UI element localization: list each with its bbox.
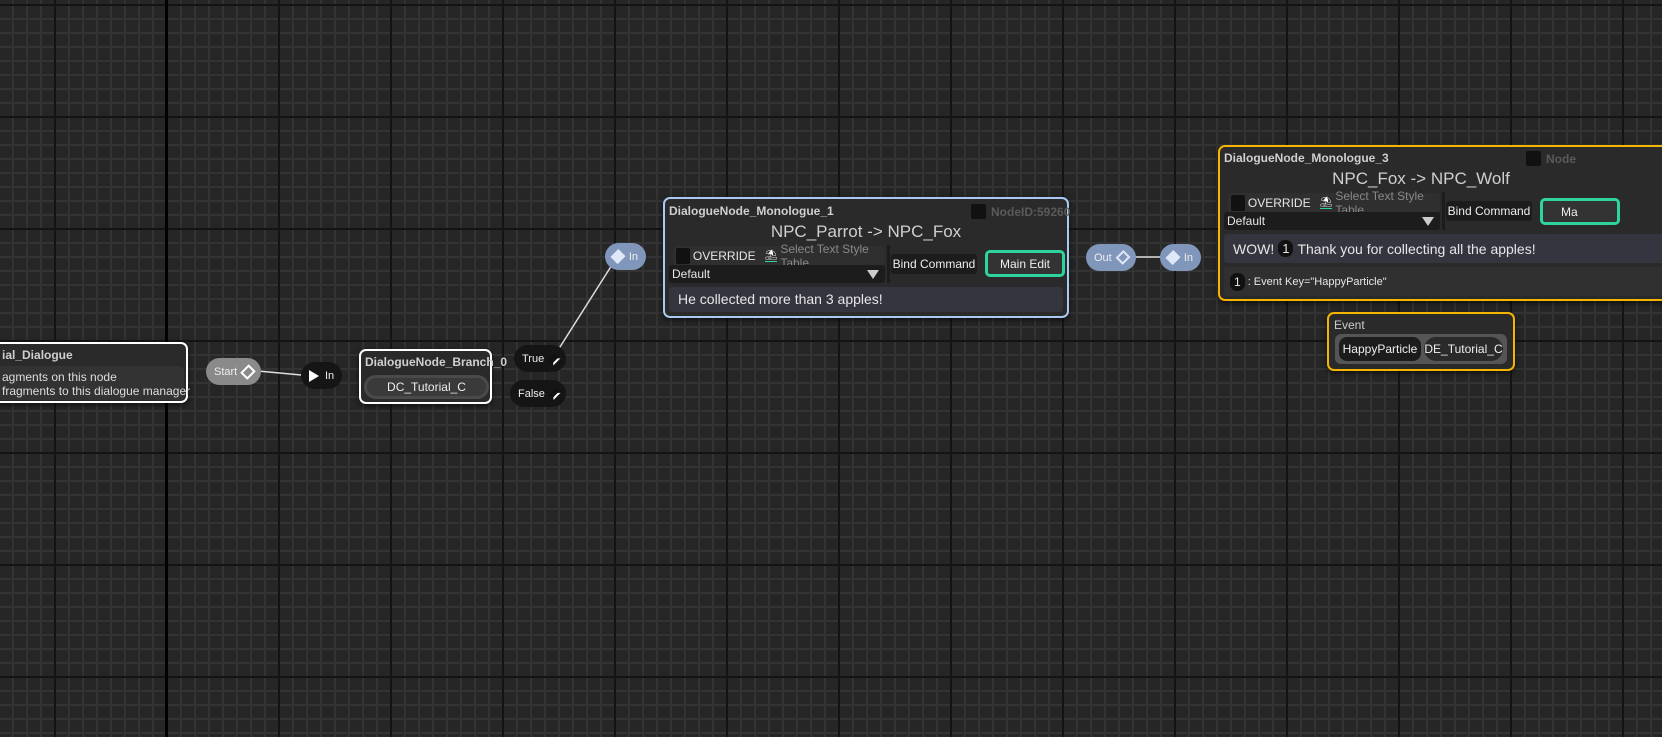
pin-label: In bbox=[1183, 251, 1193, 264]
event-title: Event bbox=[1334, 318, 1365, 332]
text-style-dropdown[interactable]: Default bbox=[669, 265, 885, 283]
event-node[interactable]: Event HappyParticle DE_Tutorial_C bbox=[1327, 312, 1515, 371]
pin-label: True bbox=[522, 352, 545, 365]
node-checkbox[interactable] bbox=[971, 204, 986, 219]
event-marker-badge: 1 bbox=[1230, 272, 1245, 291]
start-dialogue-node[interactable]: ial_Dialogue agments on this node fragme… bbox=[0, 342, 191, 403]
condition-button[interactable]: DC_Tutorial_C bbox=[364, 375, 489, 399]
text-style-icon: ⛱ bbox=[1319, 197, 1333, 209]
chevron-down-icon bbox=[1422, 217, 1434, 226]
exec-pin-icon bbox=[240, 363, 256, 380]
monologue-node-3[interactable]: DialogueNode_Monologue_3 Node NPC_Fox ->… bbox=[1218, 145, 1662, 301]
pin-label: False bbox=[518, 387, 545, 400]
start-pin[interactable]: Start bbox=[206, 358, 261, 385]
branch-in-pin[interactable]: In bbox=[301, 362, 342, 389]
exec-pin-icon bbox=[1165, 250, 1181, 265]
event-class-button[interactable]: DE_Tutorial_C bbox=[1424, 337, 1503, 361]
branch-node[interactable]: DialogueNode_Branch_0 DC_Tutorial_C bbox=[359, 349, 507, 404]
node-checkbox[interactable] bbox=[1526, 151, 1541, 166]
node-id: Node bbox=[1546, 152, 1576, 166]
speakers-label: NPC_Fox -> NPC_Wolf bbox=[1332, 169, 1510, 188]
exec-pin-icon bbox=[610, 249, 626, 264]
dialogue-text[interactable]: He collected more than 3 apples! bbox=[669, 287, 1063, 312]
node-title: DialogueNode_Monologue_1 bbox=[669, 204, 834, 218]
exec-pin-icon bbox=[548, 387, 561, 400]
monologue-node-1[interactable]: DialogueNode_Monologue_1 NodeID:59260 NP… bbox=[663, 197, 1071, 318]
monologue3-in-pin[interactable]: In bbox=[1160, 244, 1201, 271]
node-title: DialogueNode_Monologue_3 bbox=[1224, 151, 1389, 165]
pin-label: Out bbox=[1094, 251, 1112, 264]
text-segment: WOW! bbox=[1233, 240, 1275, 257]
wire-true-to-in bbox=[552, 256, 618, 359]
override-label: OVERRIDE bbox=[692, 249, 756, 263]
override-label: OVERRIDE bbox=[1247, 196, 1311, 210]
exec-arrow-icon bbox=[309, 369, 319, 382]
event-marker-row[interactable]: 1 : Event Key="HappyParticle" bbox=[1224, 267, 1662, 296]
override-checkbox[interactable] bbox=[676, 248, 690, 264]
false-pin[interactable]: False bbox=[510, 380, 566, 407]
dropdown-value: Default bbox=[1227, 214, 1266, 228]
exec-pin-icon bbox=[547, 352, 561, 365]
pin-label: In bbox=[628, 250, 638, 263]
text-style-icon: ⛱ bbox=[764, 250, 778, 262]
event-marker-badge: 1 bbox=[1278, 240, 1294, 257]
exec-pin-icon bbox=[1115, 249, 1131, 266]
node-description-line2: fragments to this dialogue manager bbox=[2, 384, 191, 398]
node-title: DialogueNode_Branch_0 bbox=[365, 355, 508, 369]
event-key-button[interactable]: HappyParticle bbox=[1339, 337, 1421, 361]
dropdown-value: Default bbox=[672, 267, 711, 281]
node-title: ial_Dialogue bbox=[2, 348, 73, 362]
dialogue-text[interactable]: WOW! 1 Thank you for collecting all the … bbox=[1224, 234, 1662, 263]
main-edit-button[interactable]: Ma bbox=[1540, 198, 1620, 225]
node-id: NodeID:59260 bbox=[991, 205, 1071, 219]
override-checkbox[interactable] bbox=[1231, 195, 1245, 211]
speakers-label: NPC_Parrot -> NPC_Fox bbox=[770, 222, 962, 241]
pin-label: In bbox=[325, 369, 335, 382]
event-key-text: : Event Key="HappyParticle" bbox=[1247, 275, 1387, 288]
main-edit-button[interactable]: Main Edit bbox=[985, 250, 1065, 277]
bind-command-button[interactable]: Bind Command bbox=[1446, 201, 1532, 221]
chevron-down-icon bbox=[867, 270, 879, 279]
text-segment: Thank you for collecting all the apples! bbox=[1297, 240, 1536, 257]
text-style-dropdown[interactable]: Default bbox=[1224, 212, 1440, 230]
pin-label: Start bbox=[214, 365, 238, 378]
monologue1-out-pin[interactable]: Out bbox=[1086, 244, 1136, 271]
bind-command-button[interactable]: Bind Command bbox=[891, 254, 977, 274]
true-pin[interactable]: True bbox=[514, 345, 566, 372]
node-description-line1: agments on this node bbox=[2, 370, 117, 384]
monologue1-in-pin[interactable]: In bbox=[605, 243, 646, 270]
